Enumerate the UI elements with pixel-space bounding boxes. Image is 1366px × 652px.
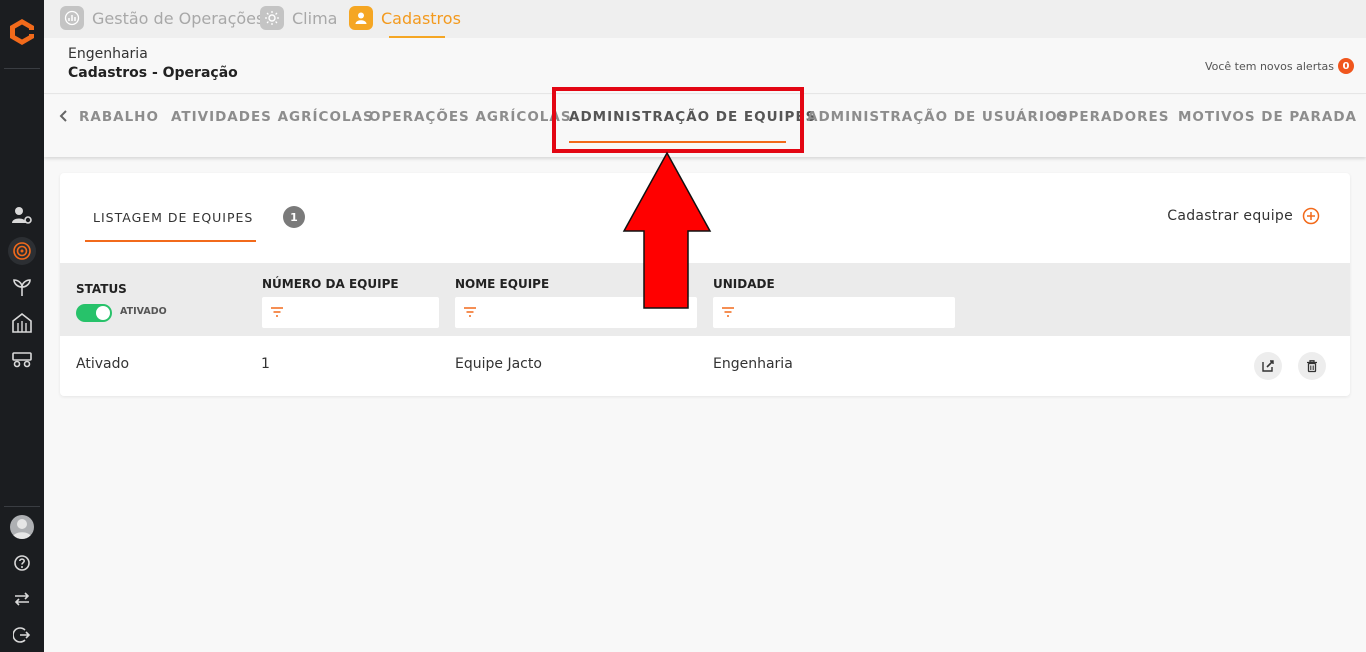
app-tab-clima[interactable]: Clima (260, 6, 337, 30)
app-tab-label: Gestão de Operações (92, 8, 265, 28)
alerts-label: Você tem novos alertas (1204, 59, 1334, 73)
rail-divider (4, 506, 40, 507)
chart-icon (60, 6, 84, 30)
highlight-box (552, 87, 804, 153)
column-numero: NÚMERO DA EQUIPE (262, 277, 399, 291)
logout-icon[interactable] (8, 621, 36, 649)
plant-icon[interactable] (8, 273, 36, 301)
chevron-left-icon[interactable] (58, 109, 70, 123)
app-tabs: Gestão de Operações Clima Cadastros (44, 0, 1366, 38)
arrow-annotation (622, 151, 712, 309)
status-toggle-label: ATIVADO (120, 306, 167, 317)
rail-divider (4, 68, 40, 69)
edit-button[interactable] (1254, 352, 1282, 380)
sun-icon (260, 6, 284, 30)
plus-circle-icon (1302, 207, 1320, 225)
target-icon[interactable] (8, 237, 36, 265)
help-icon[interactable] (8, 549, 36, 577)
switch-icon[interactable] (8, 585, 36, 613)
column-nome: NOME EQUIPE (455, 277, 550, 291)
tab-atividades-agricolas[interactable]: ATIVIDADES AGRÍCOLAS (171, 109, 374, 125)
app-tab-label: Clima (292, 8, 338, 28)
tab-administracao-usuarios[interactable]: ADMINISTRAÇÃO DE USUÁRIOS (807, 109, 1068, 125)
user-settings-icon[interactable] (8, 201, 36, 229)
app-tab-gestao[interactable]: Gestão de Operações (60, 6, 264, 30)
column-status: STATUS (76, 282, 127, 296)
tab-operadores[interactable]: OPERADORES (1056, 109, 1169, 125)
cell-unidade: Engenharia (713, 356, 793, 372)
add-team-label: Cadastrar equipe (1167, 208, 1293, 224)
edit-icon (1262, 360, 1274, 372)
page-header: Engenharia Cadastros - Operação Você tem… (44, 38, 1366, 94)
delete-button[interactable] (1298, 352, 1326, 380)
app-tab-cadastros[interactable]: Cadastros (349, 6, 461, 30)
silo-icon[interactable] (8, 309, 36, 337)
user-icon (349, 6, 373, 30)
count-badge: 1 (283, 206, 305, 228)
page-title: Cadastros - Operação (68, 65, 238, 81)
alerts-notice[interactable]: Você tem novos alertas 0 (1205, 58, 1354, 74)
cell-nome: Equipe Jacto (455, 356, 542, 372)
filter-icon (722, 307, 734, 317)
filter-unidade-input[interactable] (713, 297, 955, 328)
filter-numero-input[interactable] (262, 297, 439, 328)
tab-trabalho[interactable]: RABALHO (79, 109, 159, 125)
tab-motivos-parada[interactable]: MOTIVOS DE PARADA (1178, 109, 1357, 125)
app-tab-label: Cadastros (381, 8, 461, 28)
tab-operacoes-agricolas[interactable]: OPERAÇÕES AGRÍCOLAS (369, 109, 572, 125)
avatar[interactable] (10, 515, 34, 539)
tractor-icon[interactable] (8, 345, 36, 373)
alerts-badge: 0 (1338, 58, 1354, 74)
add-team-button[interactable]: Cadastrar equipe (1167, 207, 1320, 225)
listing-tab-indicator (85, 240, 256, 242)
status-toggle[interactable] (76, 304, 112, 322)
tab-listagem-equipes[interactable]: LISTAGEM DE EQUIPES (93, 210, 253, 225)
table-row: Ativado 1 Equipe Jacto Engenharia (60, 336, 1350, 396)
trash-icon (1307, 360, 1317, 373)
column-unidade: UNIDADE (713, 277, 775, 291)
breadcrumb-unit: Engenharia (68, 46, 148, 62)
cell-numero: 1 (261, 356, 270, 372)
left-rail (0, 0, 44, 652)
filter-icon (271, 307, 283, 317)
logo-icon[interactable] (7, 17, 37, 47)
cell-status: Ativado (76, 356, 130, 372)
filter-icon (464, 307, 476, 317)
